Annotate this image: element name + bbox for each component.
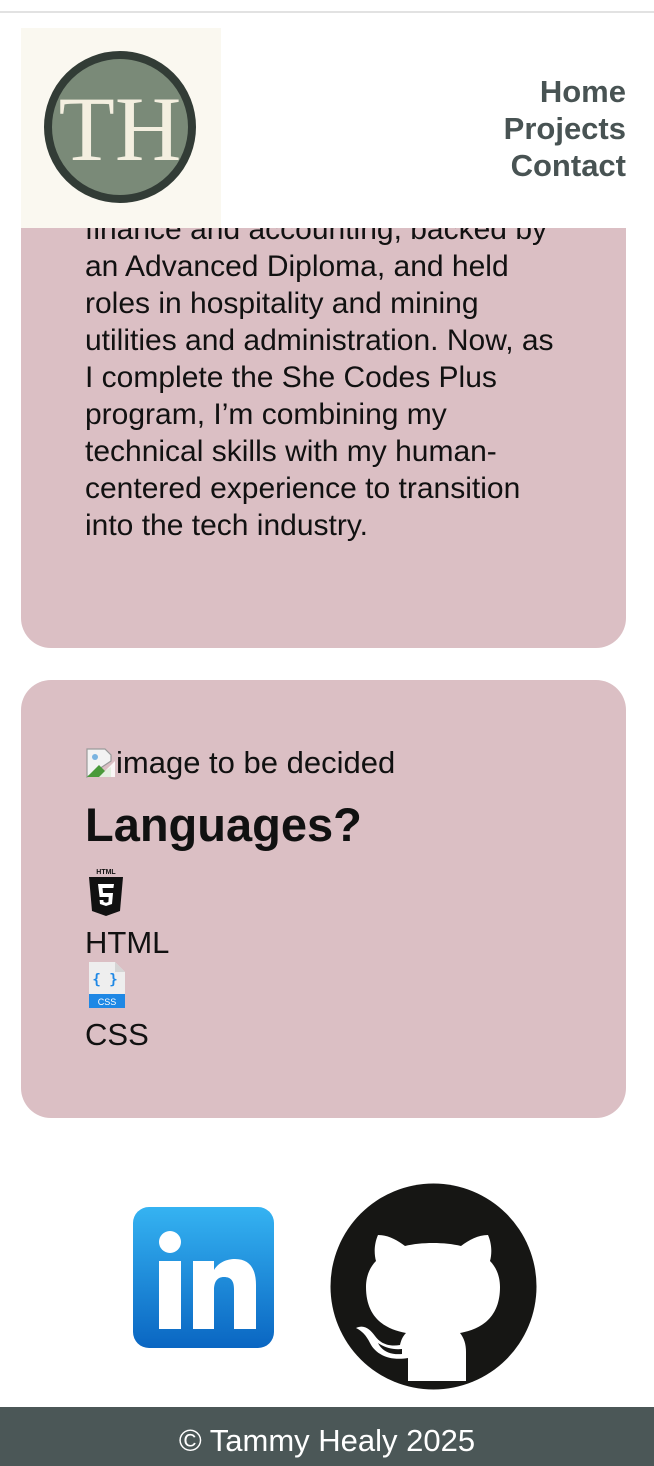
html5-icon: HTML <box>85 867 127 922</box>
languages-card: image to be decided Languages? HTML HTML… <box>21 680 626 1118</box>
github-icon <box>330 1183 537 1390</box>
site-header: TH Home Projects Contact <box>0 28 654 228</box>
about-card: finance and accounting, backed by an Adv… <box>21 180 626 648</box>
svg-text:CSS: CSS <box>98 997 117 1007</box>
about-text: finance and accounting, backed by an Adv… <box>85 213 554 542</box>
main-nav: Home Projects Contact <box>504 73 626 184</box>
logo-text: TH <box>59 78 182 180</box>
broken-image: image to be decided <box>85 744 395 781</box>
logo-monogram-icon: TH <box>44 51 196 203</box>
linkedin-link[interactable] <box>133 1207 274 1348</box>
image-alt-text: image to be decided <box>116 745 396 780</box>
svg-text:{ }: { } <box>92 972 117 988</box>
site-footer: © Tammy Healy 2025 <box>0 1407 654 1466</box>
github-link[interactable] <box>330 1183 537 1390</box>
css-label: CSS <box>85 1017 149 1052</box>
nav-contact-link[interactable]: Contact <box>504 147 626 184</box>
languages-heading: Languages? <box>85 798 362 851</box>
html-label: HTML <box>85 925 170 960</box>
copyright-text: © Tammy Healy 2025 <box>178 1423 476 1458</box>
linkedin-icon <box>133 1207 274 1348</box>
nav-home-link[interactable]: Home <box>504 73 626 110</box>
nav-projects-link[interactable]: Projects <box>504 110 626 147</box>
top-divider <box>0 11 654 13</box>
css-file-icon: { } CSS <box>85 960 129 1015</box>
svg-text:HTML: HTML <box>96 869 116 876</box>
logo[interactable]: TH <box>21 28 221 228</box>
broken-image-icon <box>85 747 117 779</box>
